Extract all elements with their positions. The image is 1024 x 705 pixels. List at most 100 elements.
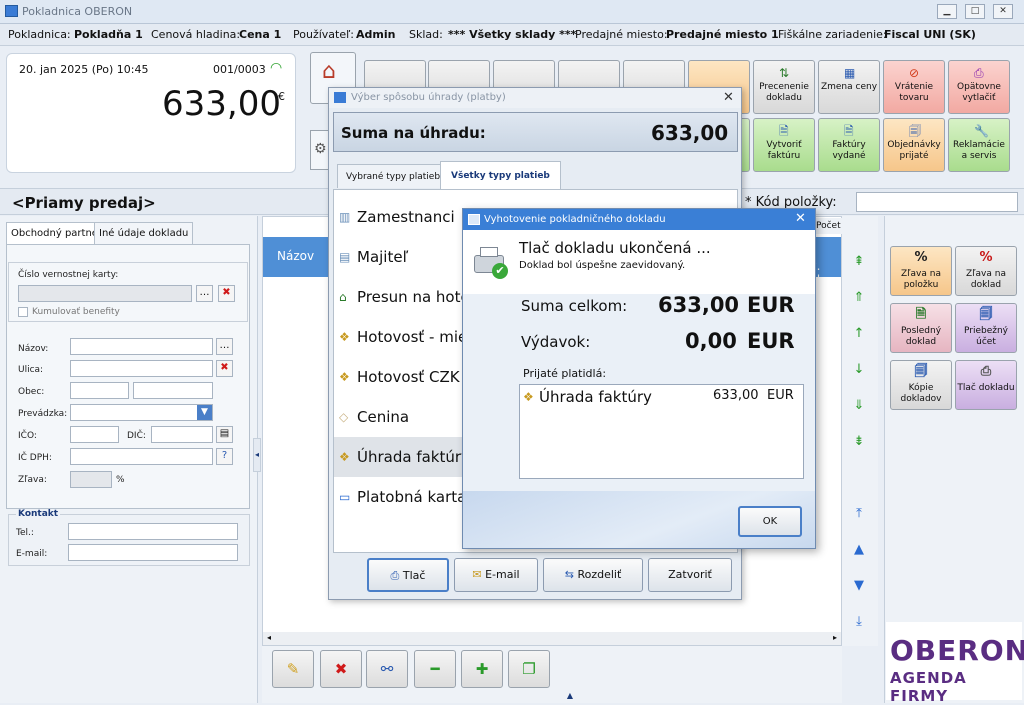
edit-button[interactable]: ✎ xyxy=(272,650,314,688)
nazov-input[interactable] xyxy=(70,338,213,355)
prevadzka-select[interactable]: ▼ xyxy=(70,404,213,421)
cenova-label: Cenová hladina: xyxy=(151,28,241,41)
col-nazov[interactable]: Názov xyxy=(277,249,314,263)
app-icon xyxy=(5,5,18,17)
email-button[interactable]: ✉ E-mail xyxy=(454,558,538,592)
tlac-dokladu-button[interactable]: ⎙ Tlač dokladu xyxy=(955,360,1017,410)
posledny-doklad-button[interactable]: 🗎 Posledný doklad xyxy=(890,303,952,353)
duplicate-button[interactable]: ❐ xyxy=(508,650,550,688)
tab-ine-udaje[interactable]: Iné údaje dokladu xyxy=(94,222,194,244)
reklamacie-button[interactable]: 🔧 Reklamácie a servis xyxy=(948,118,1010,172)
vratenie-button[interactable]: ⊘ Vrátenie tovaru xyxy=(883,60,945,114)
chevron-down-icon[interactable]: ▼ xyxy=(197,405,212,420)
zlava-input[interactable] xyxy=(70,471,112,488)
delete-button[interactable]: ✖ xyxy=(320,650,362,688)
scroll-bottom-icon[interactable]: ⤓ xyxy=(851,614,867,630)
move-down-icon[interactable]: ↓ xyxy=(851,362,867,378)
kumulovat-checkbox[interactable] xyxy=(18,307,28,317)
precenenie-button[interactable]: ⇅ Precenenie dokladu xyxy=(753,60,815,114)
collapse-panel-handle[interactable]: ◂ xyxy=(253,438,261,472)
obec-input[interactable] xyxy=(133,382,213,399)
user-label: Používateľ: xyxy=(293,28,354,41)
prevadzka-label: Prevádzka: xyxy=(18,409,68,419)
payment-type-item[interactable]: ❖ Hotovosť CZK xyxy=(337,357,463,397)
split-button[interactable]: ⇆ Rozdeliť xyxy=(543,558,643,592)
logo-text: OBERON xyxy=(890,634,1024,667)
dic-input[interactable] xyxy=(151,426,213,443)
tel-input[interactable] xyxy=(68,523,238,540)
expand-toolbar-handle[interactable]: ▲ xyxy=(563,691,577,701)
zmena-ceny-button[interactable]: ▦ Zmena ceny xyxy=(818,60,880,114)
kopie-label: Kópie dokladov xyxy=(900,383,942,404)
payment-dialog-close[interactable]: ✕ xyxy=(723,90,734,105)
page-down-icon[interactable]: ⇓ xyxy=(851,398,867,414)
payment-type-item[interactable]: ▥ Zamestnanci xyxy=(337,197,463,237)
ok-button[interactable]: OK xyxy=(738,506,802,537)
payment-type-item[interactable]: ▭ Platobná karta xyxy=(337,477,463,517)
scroll-left-icon[interactable]: ◂ xyxy=(267,633,271,642)
move-up-icon[interactable]: ↑ xyxy=(851,326,867,342)
payment-type-item[interactable]: ⌂ Presun na hotel xyxy=(337,277,463,317)
vytvorit-fakturu-button[interactable]: 🗎 Vytvoriť faktúru xyxy=(753,118,815,172)
increase-button[interactable]: ✚ xyxy=(461,650,503,688)
vernost-input[interactable] xyxy=(18,285,192,302)
page-up-icon[interactable]: ⇑ xyxy=(851,290,867,306)
print-subheading: Doklad bol úspešne zaevidovaný. xyxy=(519,260,686,271)
printer-icon: ⎙ xyxy=(390,569,400,582)
icdph-input[interactable] xyxy=(70,448,213,465)
ulica-clear-button[interactable]: ✖ xyxy=(216,360,233,377)
payment-type-item[interactable]: ▤ Majiteľ xyxy=(337,237,463,277)
vernost-clear-button[interactable]: ✖ xyxy=(218,285,235,302)
scroll-up-icon[interactable]: ▲ xyxy=(851,542,867,558)
horizontal-scrollbar[interactable]: ◂ ▸ xyxy=(263,632,841,645)
zatvorit-button[interactable]: Zatvoriť xyxy=(648,558,732,592)
tab-vybrane-platby[interactable]: Vybrané typy platieb xyxy=(337,164,450,188)
print-button[interactable]: ⎙ Tlač xyxy=(367,558,449,592)
decrease-button[interactable]: ━ xyxy=(414,650,456,688)
faktury-vydane-button[interactable]: 🗎 Faktúry vydané xyxy=(818,118,880,172)
psc-input[interactable] xyxy=(70,382,129,399)
payment-type-item[interactable]: ❖ Úhrada faktúry xyxy=(337,437,463,477)
gear-icon: ⚙ xyxy=(314,141,327,157)
fiskal-value: Fiscal UNI (SK) xyxy=(884,28,976,41)
opatovne-label: Opätovne vytlačiť xyxy=(957,82,1001,103)
maximize-button[interactable]: □ xyxy=(965,4,985,19)
miesto-label: Predajné miesto: xyxy=(575,28,668,41)
move-top-icon[interactable]: ⇞ xyxy=(851,254,867,270)
ulica-input[interactable] xyxy=(70,360,213,377)
payment-type-label: Zamestnanci xyxy=(357,208,455,226)
plus-icon: ✚ xyxy=(475,660,489,678)
sklad-label: Sklad: xyxy=(409,28,443,41)
vernost-browse-button[interactable]: … xyxy=(196,285,213,302)
help-icon[interactable]: ? xyxy=(216,448,233,465)
ico-input[interactable] xyxy=(70,426,119,443)
zlava-polozka-button[interactable]: % Zľava na položku xyxy=(890,246,952,296)
tab-obchodny-partner[interactable]: Obchodný partner xyxy=(6,222,108,244)
sklad-value: *** Všetky sklady *** xyxy=(448,28,577,41)
close-window-button[interactable]: ✕ xyxy=(993,4,1013,19)
split-item-button[interactable]: ⚯ xyxy=(366,650,408,688)
split-payment-icon: ⇆ xyxy=(564,568,574,581)
minimize-button[interactable]: ▁ xyxy=(937,4,957,19)
account-icon: 🗐 xyxy=(979,307,993,322)
email-input[interactable] xyxy=(68,544,238,561)
opatovne-vytlacit-button[interactable]: ⎙ Opätovne vytlačiť xyxy=(948,60,1010,114)
invoice-icon: ❖ xyxy=(339,450,350,464)
print-dialog-close[interactable]: ✕ xyxy=(795,211,806,226)
kopie-dokladov-button[interactable]: 🗐 Kópie dokladov xyxy=(890,360,952,410)
nazov-browse-button[interactable]: … xyxy=(216,338,233,355)
kod-polozky-input[interactable] xyxy=(856,192,1018,212)
currency-symbol: € xyxy=(278,90,285,103)
payment-type-item[interactable]: ◇ Cenina xyxy=(337,397,463,437)
zlava-doklad-button[interactable]: % Zľava na doklad xyxy=(955,246,1017,296)
objednavky-prijate-button[interactable]: 🗐 Objednávky prijaté xyxy=(883,118,945,172)
move-bottom-icon[interactable]: ⇟ xyxy=(851,434,867,450)
scroll-right-icon[interactable]: ▸ xyxy=(833,633,837,642)
scroll-down-icon[interactable]: ▼ xyxy=(851,578,867,594)
priebezny-ucet-button[interactable]: 🗐 Priebežný účet xyxy=(955,303,1017,353)
scroll-top-icon[interactable]: ⤒ xyxy=(851,506,867,522)
email-label: E-mail xyxy=(485,568,520,581)
tab-vsetky-platby[interactable]: Všetky typy platieb xyxy=(440,161,561,189)
payment-type-item[interactable]: ❖ Hotovosť - miestna xyxy=(337,317,463,357)
register-lookup-button[interactable]: ▤ xyxy=(216,426,233,443)
